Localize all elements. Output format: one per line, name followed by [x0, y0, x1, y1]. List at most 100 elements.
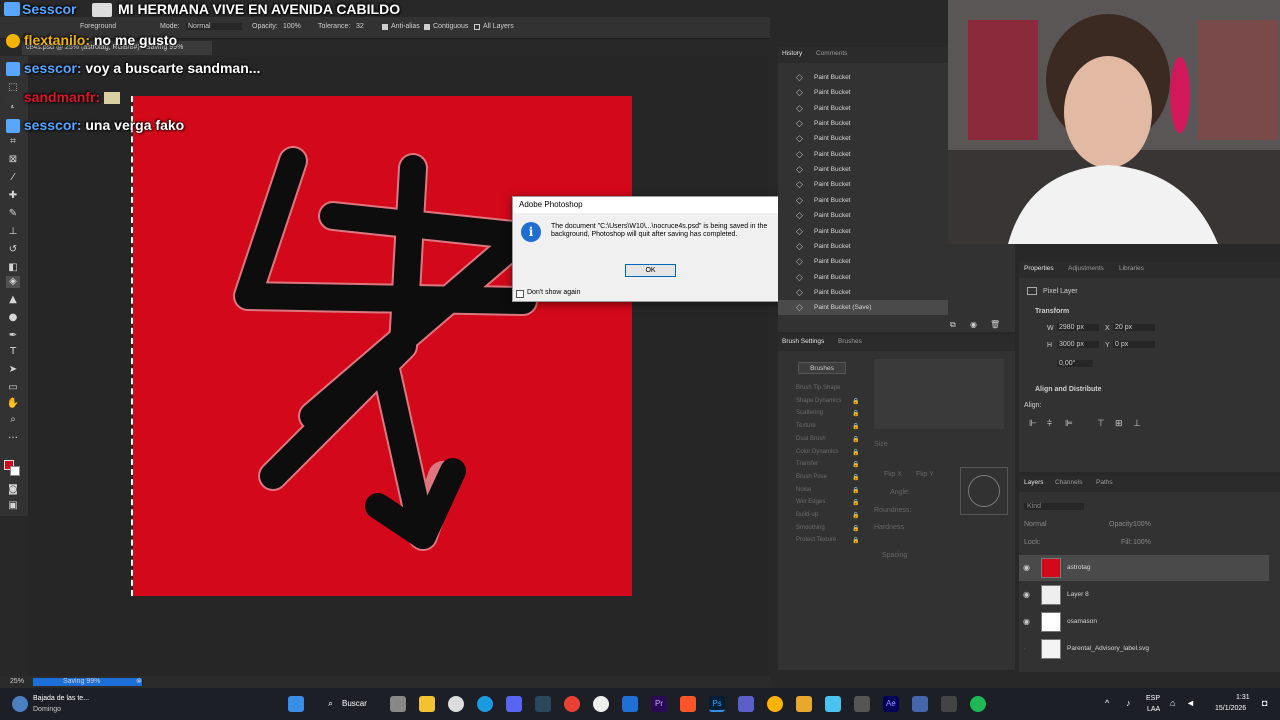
tab-properties[interactable]: Properties: [1024, 265, 1054, 272]
opacity-input[interactable]: 100%: [283, 23, 301, 30]
brush-option-item[interactable]: Transfer: [796, 461, 818, 467]
history-item[interactable]: ◇ Paint Bucket: [778, 162, 948, 177]
background-color-swatch[interactable]: [10, 466, 20, 476]
history-item[interactable]: ◇ Paint Bucket: [778, 208, 948, 223]
contiguous-checkbox[interactable]: [424, 24, 430, 30]
eye-icon[interactable]: ·: [1023, 636, 1033, 662]
stamp-tool-icon[interactable]: ⊥: [6, 226, 20, 238]
weather-icon[interactable]: [12, 696, 28, 712]
tab-channels[interactable]: Channels: [1055, 479, 1082, 486]
taskbar-search[interactable]: ⌕ Buscar: [320, 696, 380, 712]
lock-icon[interactable]: 🔒: [852, 410, 859, 417]
y-input[interactable]: 0 px: [1113, 341, 1155, 348]
dodge-tool-icon[interactable]: ●: [6, 312, 20, 324]
pen-tool-icon[interactable]: ✒: [6, 330, 20, 342]
cancel-save-icon[interactable]: ⊗: [136, 677, 142, 685]
path-select-tool-icon[interactable]: ➤: [6, 364, 20, 376]
brush-option-item[interactable]: Protect Texture: [796, 537, 836, 543]
align-center-icon[interactable]: ⫩: [1047, 418, 1052, 429]
lock-icon[interactable]: 🔒: [852, 487, 859, 494]
align-top-icon[interactable]: ⊤: [1097, 418, 1105, 429]
frame-tool-icon[interactable]: ⊠: [6, 154, 20, 166]
layer-search-input[interactable]: Kind: [1024, 503, 1084, 510]
history-item[interactable]: ◇ Paint Bucket: [778, 101, 948, 116]
windows-start-icon[interactable]: [288, 696, 304, 712]
steam-icon[interactable]: [535, 696, 551, 712]
layer-row[interactable]: ◉ osamason: [1019, 609, 1269, 635]
copilot-icon[interactable]: [767, 696, 783, 712]
crop-tool-icon[interactable]: ⌗: [6, 136, 20, 148]
fill-input[interactable]: 100%: [1133, 539, 1151, 546]
history-item[interactable]: ◇ Paint Bucket: [778, 224, 948, 239]
type-tool-icon[interactable]: T: [6, 346, 20, 358]
all-layers-checkbox[interactable]: [474, 24, 480, 30]
zoom-level[interactable]: 25%: [10, 678, 24, 685]
tab-comments[interactable]: Comments: [816, 50, 847, 57]
trash-icon[interactable]: 🗑: [990, 320, 1000, 329]
layer-opacity-input[interactable]: 100%: [1133, 521, 1151, 528]
angle-input[interactable]: 0,00°: [1057, 360, 1093, 367]
eye-icon[interactable]: ◉: [1023, 609, 1033, 635]
quick-mask-icon[interactable]: ◙: [6, 484, 20, 496]
brush-option-item[interactable]: Scattering: [796, 410, 823, 416]
brush-option-item[interactable]: Shape Dynamics: [796, 398, 841, 404]
app-icon-5[interactable]: [941, 696, 957, 712]
blend-mode-select[interactable]: Normal: [1024, 521, 1084, 528]
brave-icon[interactable]: [680, 696, 696, 712]
tab-layers[interactable]: Layers: [1024, 479, 1044, 486]
tab-libraries[interactable]: Libraries: [1119, 265, 1144, 272]
tolerance-input[interactable]: 32: [356, 23, 364, 30]
layer-row[interactable]: ◉ astrotag: [1019, 555, 1269, 581]
brush-option-item[interactable]: Brush Tip Shape: [796, 385, 840, 391]
spotify-icon[interactable]: [970, 696, 986, 712]
premiere-icon[interactable]: Pr: [651, 696, 667, 712]
brushes-button[interactable]: Brushes: [798, 362, 846, 374]
clock-time[interactable]: 1:31: [1236, 694, 1250, 701]
language-label[interactable]: ESP: [1146, 695, 1160, 702]
history-item[interactable]: ◇ Paint Bucket: [778, 177, 948, 192]
skull-app-icon[interactable]: [448, 696, 464, 712]
brush-option-item[interactable]: Wet Edges: [796, 499, 825, 505]
paint-bucket-tool-icon[interactable]: ◈: [6, 276, 20, 288]
mode-select[interactable]: Normal: [186, 23, 242, 30]
tab-paths[interactable]: Paths: [1096, 479, 1113, 486]
obs-icon[interactable]: [593, 696, 609, 712]
tab-brushes[interactable]: Brushes: [838, 338, 862, 345]
history-item[interactable]: ◇ Paint Bucket: [778, 116, 948, 131]
dont-show-checkbox[interactable]: [516, 290, 524, 298]
tab-adjustments[interactable]: Adjustments: [1068, 265, 1104, 272]
chevron-up-icon[interactable]: ^: [1105, 698, 1109, 708]
lock-icon[interactable]: 🔒: [852, 499, 859, 506]
eye-icon[interactable]: ◉: [1023, 555, 1033, 581]
brush-option-item[interactable]: Color Dynamics: [796, 449, 838, 455]
rectangle-tool-icon[interactable]: ▭: [6, 382, 20, 394]
document-canvas[interactable]: [133, 96, 632, 596]
brush-angle-preview[interactable]: [960, 467, 1008, 515]
app-icon-4[interactable]: [912, 696, 928, 712]
network-icon[interactable]: ⌂: [1170, 698, 1175, 708]
healing-tool-icon[interactable]: ✚: [6, 190, 20, 202]
new-snapshot-icon[interactable]: ⧉: [950, 320, 956, 330]
lock-icon[interactable]: 🔒: [852, 474, 859, 481]
eraser-tool-icon[interactable]: ◧: [6, 262, 20, 274]
photoshop-icon[interactable]: Ps: [709, 696, 725, 712]
history-item[interactable]: ◇ Paint Bucket: [778, 147, 948, 162]
lock-icon[interactable]: 🔒: [852, 512, 859, 519]
lock-icon[interactable]: 🔒: [852, 449, 859, 456]
chrome-icon[interactable]: [564, 696, 580, 712]
align-right-icon[interactable]: ⊫: [1065, 418, 1073, 429]
teams-icon[interactable]: [738, 696, 754, 712]
brush-option-item[interactable]: Build-up: [796, 512, 818, 518]
history-brush-tool-icon[interactable]: ↺: [6, 244, 20, 256]
blur-tool-icon[interactable]: ▲: [6, 294, 20, 306]
lock-icon[interactable]: 🔒: [852, 398, 859, 405]
volume-icon[interactable]: ◄: [1186, 698, 1195, 708]
history-item[interactable]: ◇ Paint Bucket: [778, 85, 948, 100]
fill-source-select[interactable]: Foreground: [80, 23, 116, 30]
lock-icon[interactable]: 🔒: [852, 525, 859, 532]
brush-option-item[interactable]: Noise: [796, 487, 811, 493]
app-icon-2[interactable]: [825, 696, 841, 712]
after-effects-icon[interactable]: Ae: [883, 696, 899, 712]
history-item[interactable]: ◇ Paint Bucket: [778, 70, 948, 85]
x-input[interactable]: 20 px: [1113, 324, 1155, 331]
